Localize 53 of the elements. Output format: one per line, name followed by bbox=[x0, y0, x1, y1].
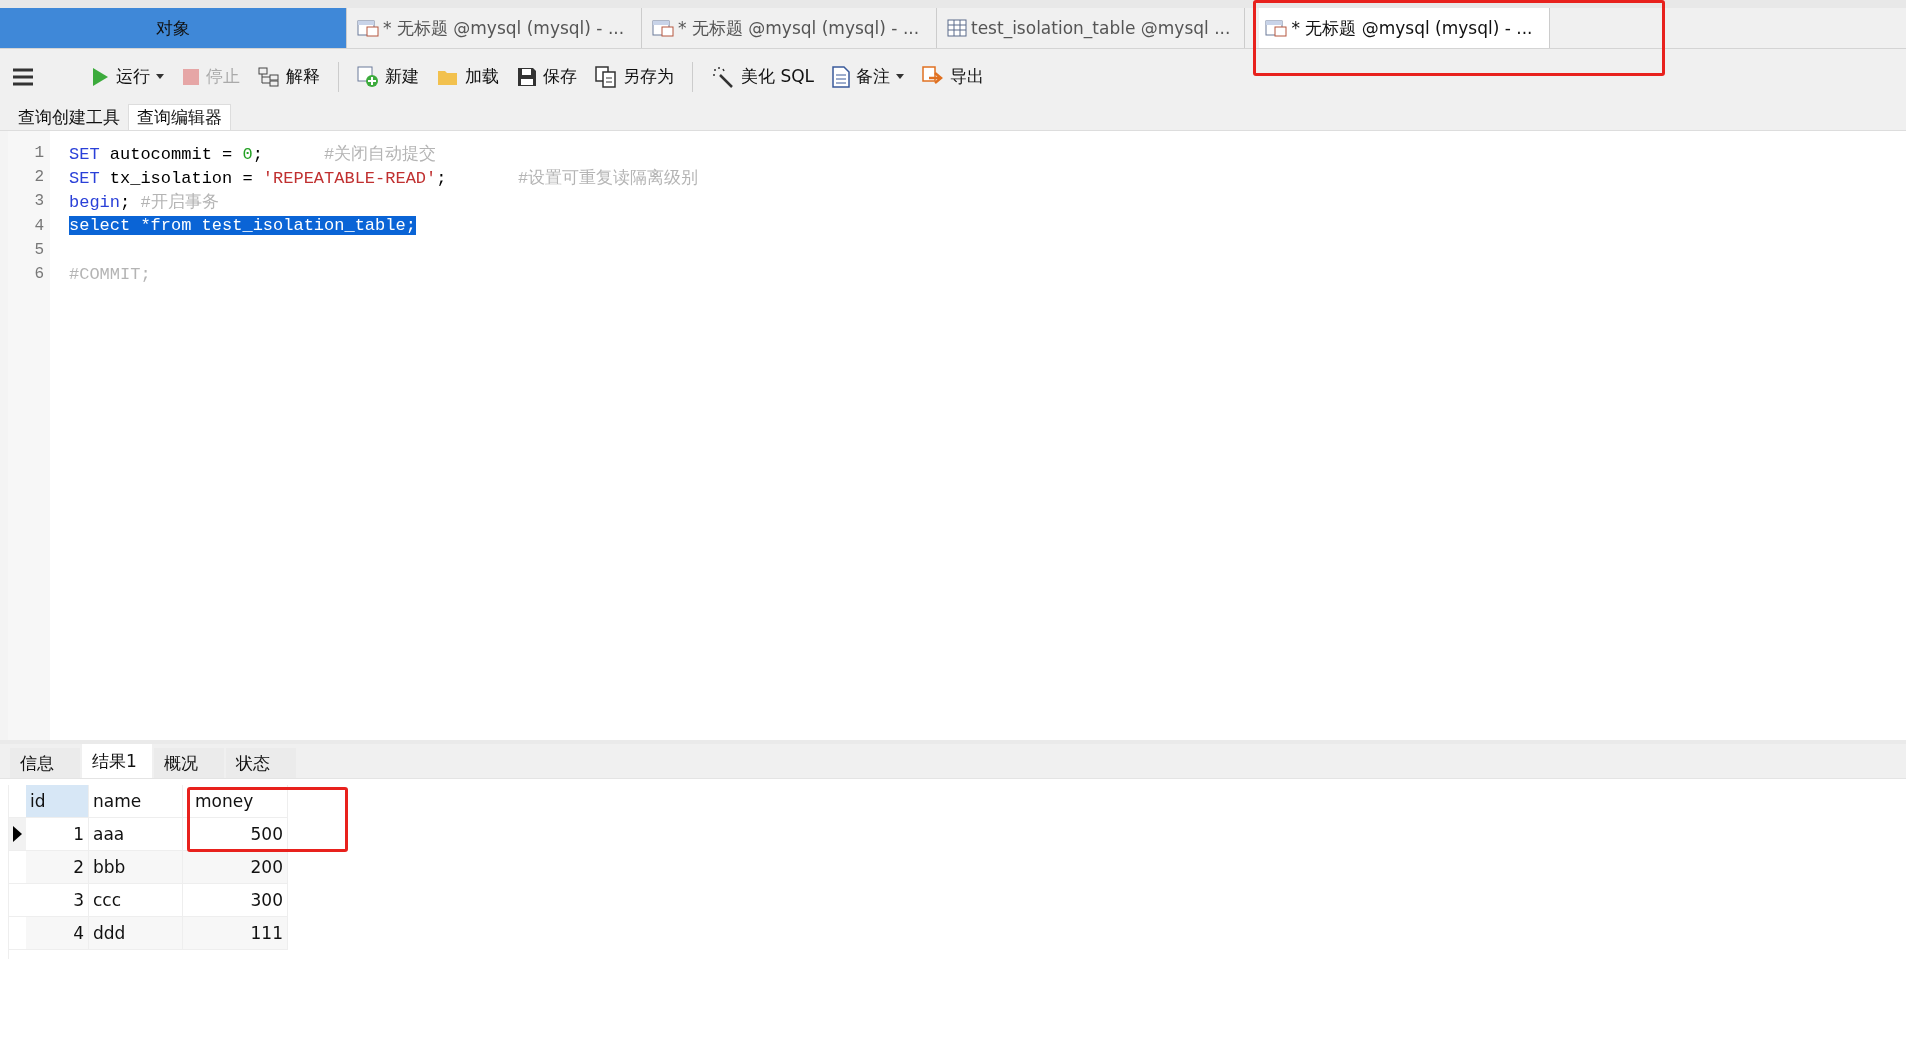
column-header[interactable]: name bbox=[89, 785, 183, 818]
toolbar-button[interactable]: 运行 bbox=[84, 61, 170, 92]
toolbar-button[interactable]: 美化 SQL bbox=[705, 61, 821, 92]
line-number: 2 bbox=[33, 168, 44, 187]
table-cell: ddd bbox=[89, 917, 183, 950]
line-number: 3 bbox=[33, 192, 44, 211]
toolbar-button[interactable]: 解释 bbox=[252, 61, 326, 92]
save-icon bbox=[517, 66, 537, 87]
line-number: 5 bbox=[33, 240, 44, 259]
row-header[interactable] bbox=[9, 818, 26, 851]
document-tab[interactable]: * 无标题 @mysql (mysql) - ... bbox=[351, 8, 642, 48]
document-tab[interactable]: * 无标题 @mysql (mysql) - ... bbox=[646, 8, 937, 48]
toolbar-button[interactable]: 新建 bbox=[351, 61, 425, 92]
result-tab[interactable]: 信息 bbox=[10, 748, 80, 778]
editor-tab[interactable]: 查询创建工具 bbox=[10, 104, 128, 130]
toolbar-button[interactable]: 导出 bbox=[916, 61, 991, 92]
line-number: 4 bbox=[33, 216, 44, 235]
query-icon bbox=[357, 19, 379, 37]
table-cell: 2 bbox=[26, 851, 89, 884]
new-query-icon bbox=[357, 65, 379, 88]
table-cell: 111 bbox=[183, 917, 288, 950]
result-tab[interactable]: 状态 bbox=[226, 748, 296, 778]
toolbar-button[interactable]: 加载 bbox=[431, 61, 505, 92]
document-icon bbox=[832, 65, 851, 88]
query-icon bbox=[1265, 19, 1288, 37]
menu-icon[interactable] bbox=[12, 67, 34, 86]
code-line: SET autocommit = 0; #关闭自动提交 bbox=[69, 143, 437, 165]
code-line: begin; #开启事务 bbox=[69, 191, 219, 213]
query-icon bbox=[652, 19, 674, 37]
diagram-icon bbox=[258, 66, 280, 87]
table-cell: 200 bbox=[183, 851, 288, 884]
result-tab[interactable]: 结果1 bbox=[82, 744, 152, 778]
document-tab[interactable]: test_isolation_table @mysql ... bbox=[941, 8, 1246, 48]
editor-tab[interactable]: 查询编辑器 bbox=[128, 104, 231, 130]
column-header[interactable]: id bbox=[26, 785, 89, 818]
line-number: 1 bbox=[33, 144, 44, 163]
current-row-icon bbox=[13, 826, 22, 842]
stop-icon bbox=[182, 67, 200, 86]
toolbar-button[interactable]: 备注 bbox=[826, 61, 911, 92]
document-tab[interactable]: * 无标题 @mysql (mysql) - ... bbox=[1259, 8, 1551, 48]
toolbar-button[interactable]: 保存 bbox=[511, 61, 583, 92]
table-cell: bbb bbox=[89, 851, 183, 884]
document-tab[interactable]: 对象 bbox=[0, 8, 347, 48]
result-tab[interactable]: 概况 bbox=[154, 748, 224, 778]
magic-wand-icon bbox=[711, 65, 735, 88]
line-number: 6 bbox=[33, 265, 44, 284]
toolbar-button[interactable]: 另存为 bbox=[589, 61, 680, 92]
code-line: #COMMIT; bbox=[69, 264, 151, 284]
table-icon bbox=[947, 19, 967, 37]
play-icon bbox=[90, 66, 110, 87]
table-cell: 4 bbox=[26, 917, 89, 950]
save-as-icon bbox=[595, 65, 617, 88]
code-line: SET tx_isolation = 'REPEATABLE-READ'; #设置可重复读隔离级别 bbox=[69, 167, 699, 189]
